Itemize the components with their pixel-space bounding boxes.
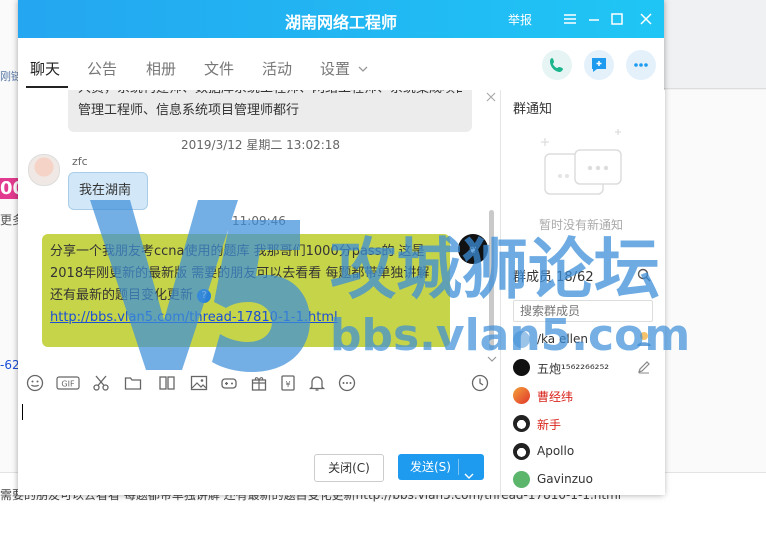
avatar: [513, 443, 530, 460]
notice-title: 群通知: [513, 102, 553, 117]
tab-settings[interactable]: 设置: [320, 58, 350, 79]
chevron-down-icon[interactable]: [358, 62, 368, 77]
phone-call-button[interactable]: [542, 50, 572, 80]
screenshot-icon[interactable]: [158, 374, 176, 392]
admin-icon: [635, 331, 653, 350]
message-bubble: 分享一个我朋友考ccna使用的题库 我那哥们1000分pass的 这是 2018…: [42, 234, 450, 347]
message-button[interactable]: [584, 50, 614, 80]
close-icon[interactable]: [639, 12, 653, 26]
member-name: 新手: [537, 418, 562, 432]
svg-text:GIF: GIF: [61, 380, 75, 389]
avatar: [513, 331, 530, 348]
chevron-down-icon[interactable]: [464, 463, 474, 489]
background-fragment: -62: [0, 358, 20, 372]
send-divider: [458, 459, 459, 475]
avatar: [513, 387, 530, 404]
message-bubble: 人员，系统构建师、数据库系统工程师、网络工程师、系统集成项目 管理工程师、信息系…: [68, 90, 472, 132]
scroll-down-icon[interactable]: [487, 352, 497, 364]
more-options-button[interactable]: [626, 50, 656, 80]
chat-scrollbar[interactable]: [489, 210, 494, 350]
maximize-icon[interactable]: [610, 12, 624, 26]
tab-activities[interactable]: 活动: [262, 58, 292, 79]
collapse-x-icon[interactable]: [486, 91, 496, 106]
background-fragment: 00: [0, 178, 18, 199]
tab-chat[interactable]: 聊天: [30, 58, 60, 79]
avatar[interactable]: [28, 154, 60, 186]
close-button[interactable]: 关闭(C): [314, 454, 384, 482]
message-text: 还有最新的题目变化更新: [50, 288, 194, 303]
tab-files[interactable]: 文件: [204, 58, 234, 79]
background-page-right: [664, 0, 766, 90]
tab-album[interactable]: 相册: [146, 58, 176, 79]
background-divider: [664, 88, 766, 89]
svg-text:¥: ¥: [285, 380, 290, 389]
game-icon[interactable]: [220, 374, 238, 392]
group-side-panel: 群通知 暂时没有新通知 群成员 18/62 /ka ellen 五炮¹⁵⁶²²⁶…: [500, 90, 665, 495]
member-name: /ka ellen: [537, 332, 588, 346]
bell-icon[interactable]: [308, 374, 326, 392]
edit-pencil-icon[interactable]: [637, 360, 651, 377]
more-dots-icon: [634, 63, 648, 67]
more-icon[interactable]: [338, 374, 356, 392]
image-icon[interactable]: [190, 374, 208, 392]
red-packet-icon[interactable]: ¥: [279, 374, 297, 392]
message-text-line: 管理工程师、信息系统项目管理师都行: [78, 103, 300, 118]
phone-icon: [550, 58, 563, 72]
avatar: [513, 415, 530, 432]
member-item[interactable]: 五炮¹⁵⁶²²⁶⁶²⁵²: [513, 358, 659, 378]
sender-name: zfc: [72, 155, 88, 168]
avatar: [513, 359, 530, 376]
member-search-input[interactable]: [513, 300, 653, 322]
member-name: Apollo: [537, 444, 575, 458]
group-chat-window: 湖南网络工程师 举报 聊天 公告 相册 文件 活动 设置 管理工程师、信息系统项…: [18, 0, 665, 495]
send-button-label: 发送(S): [410, 460, 451, 474]
svg-text:❦: ❦: [469, 246, 477, 256]
tab-bar: 聊天 公告 相册 文件 活动 设置: [18, 38, 664, 90]
members-title: 群成员 18/62: [513, 270, 594, 285]
gift-icon[interactable]: [250, 374, 268, 392]
report-link[interactable]: 举报: [508, 11, 532, 28]
notice-empty-text: 暂时没有新通知: [539, 218, 624, 232]
chat-history[interactable]: 人员，系统构建师、数据库系统工程师、网络工程师、系统集成项目 管理工程师、信息系…: [18, 90, 500, 364]
message-text: 我在湖南: [79, 183, 132, 198]
member-name: 五炮¹⁵⁶²²⁶⁶²⁵²: [537, 362, 610, 376]
thread-link[interactable]: http://bbs.vlan5.com/thread-17810-1-1.ht…: [50, 307, 442, 329]
menu-icon[interactable]: [563, 12, 577, 26]
folder-icon[interactable]: [124, 374, 142, 392]
avatar: [513, 471, 530, 488]
tab-announcement[interactable]: 公告: [87, 58, 117, 79]
message-text-line: 分享一个我朋友考ccna使用的题库 我那哥们1000分pass的 这是: [50, 244, 425, 259]
message-timestamp: 2019/3/12 星期二 13:02:18: [181, 138, 341, 152]
minimize-icon[interactable]: [587, 12, 601, 26]
empty-notice-icon: [531, 128, 627, 210]
history-clock-icon[interactable]: [471, 374, 489, 392]
send-button[interactable]: 发送(S): [398, 454, 484, 480]
message-text-line: 2018年刚更新的最新版 需要的朋友可以去看看 每题都带单独讲解: [50, 266, 430, 281]
message-timestamp: 11:09:46: [232, 214, 286, 228]
message-text-line: 人员，系统构建师、数据库系统工程师、网络工程师、系统集成项目: [78, 90, 462, 100]
text-cursor: [22, 404, 23, 420]
member-name: 曹经纬: [537, 390, 574, 404]
message-text-line: 还有最新的题目变化更新 ?: [50, 285, 442, 307]
input-toolbar: GIF ¥: [18, 364, 500, 402]
gif-icon[interactable]: GIF: [56, 374, 80, 392]
search-icon[interactable]: [637, 268, 651, 286]
help-icon: ?: [197, 288, 212, 303]
message-input[interactable]: [18, 402, 500, 495]
scissors-icon[interactable]: [92, 374, 110, 392]
member-name: Gavinzuo: [537, 472, 593, 486]
active-tab-indicator: [26, 86, 68, 88]
emoji-icon[interactable]: [26, 374, 44, 392]
title-bar: 湖南网络工程师 举报: [18, 0, 664, 38]
chat-plus-icon: [592, 58, 606, 72]
message-bubble: 我在湖南: [68, 172, 148, 210]
member-item[interactable]: /ka ellen: [513, 330, 659, 350]
avatar[interactable]: ❦: [458, 234, 488, 264]
